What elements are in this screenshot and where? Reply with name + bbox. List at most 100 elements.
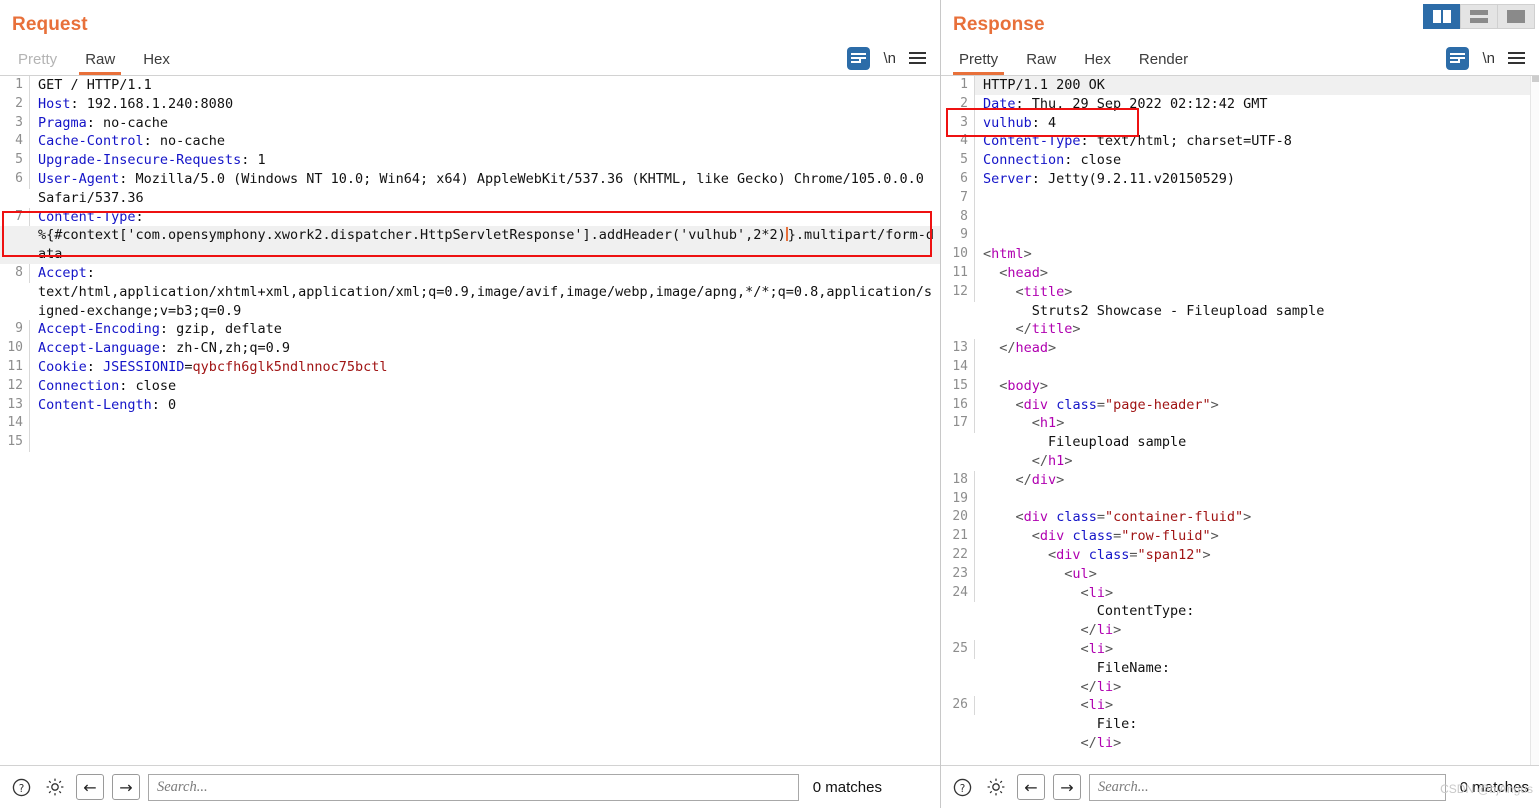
code-token: Connection xyxy=(38,377,120,394)
line-number: 16 xyxy=(941,395,975,415)
gear-icon[interactable] xyxy=(42,774,68,800)
code-line: 9 Accept-Encoding: gzip, deflate xyxy=(0,320,940,340)
code-text: Content-Type: xyxy=(30,208,940,227)
svg-text:?: ? xyxy=(959,782,965,794)
code-token: : 1 xyxy=(241,152,266,169)
code-token: </ xyxy=(1080,678,1097,695)
code-token: : Jetty(9.2.11.v20150529) xyxy=(1031,170,1235,187)
word-wrap-toggle-icon[interactable] xyxy=(1446,47,1470,70)
layout-side-by-side-button[interactable] xyxy=(1423,4,1461,29)
response-scrollbar-thumb[interactable] xyxy=(1532,76,1539,82)
code-token: : Mozilla/5.0 (Windows NT 10.0; Win64; x… xyxy=(38,170,933,206)
search-prev-button[interactable]: ← xyxy=(1017,774,1045,800)
layout-stacked-button[interactable] xyxy=(1460,4,1498,29)
search-next-button[interactable]: → xyxy=(112,774,140,800)
code-line: File: xyxy=(941,715,1539,734)
code-token: > xyxy=(1064,283,1073,300)
code-text: Date: Thu, 29 Sep 2022 02:12:42 GMT xyxy=(975,95,1539,114)
code-token: "span12" xyxy=(1137,546,1203,563)
code-text: Host: 192.168.1.240:8080 xyxy=(30,95,940,114)
code-text: Accept: text/html,application/xhtml+xml,… xyxy=(30,264,940,320)
word-wrap-toggle-icon[interactable] xyxy=(847,47,871,70)
code-token: : Thu, 29 Sep 2022 02:12:42 GMT xyxy=(1015,95,1268,112)
code-token: > xyxy=(1056,415,1065,432)
show-newlines-icon[interactable]: \n xyxy=(1482,50,1495,67)
code-text: <div class="container-fluid"> xyxy=(975,508,1539,527)
code-line: 8 Accept: text/html,application/xhtml+xml… xyxy=(0,263,940,320)
code-token: title xyxy=(1031,321,1073,338)
code-token: %{#context['com.opensymphony.xwork2.disp… xyxy=(38,227,786,244)
code-text: Fileupload sample xyxy=(975,433,1539,452)
code-token: class xyxy=(1088,546,1130,563)
code-text: User-Agent: Mozilla/5.0 (Windows NT 10.0… xyxy=(30,170,940,208)
help-icon[interactable]: ? xyxy=(949,774,975,800)
code-token: > xyxy=(1048,340,1057,357)
code-text: Connection: close xyxy=(30,377,940,396)
code-line: 14 xyxy=(941,357,1539,377)
tab-response-pretty[interactable]: Pretty xyxy=(945,47,1012,75)
code-text: FileName: xyxy=(975,659,1539,678)
line-number: 20 xyxy=(941,508,975,528)
code-text: vulhub: 4 xyxy=(975,114,1539,133)
line-number: 5 xyxy=(0,151,30,170)
code-text: </head> xyxy=(975,339,1539,358)
code-line: 11 Cookie: JSESSIONID=qybcfh6glk5ndlnnoc7… xyxy=(0,357,940,377)
code-text: </li> xyxy=(975,621,1539,640)
tab-request-raw[interactable]: Raw xyxy=(71,47,129,75)
code-text: <li> xyxy=(975,696,1539,715)
response-bottom-toolbar: ? ← → 0 matches xyxy=(941,765,1539,808)
request-bottom-toolbar: ? ← → 0 matches xyxy=(0,765,940,808)
code-line: ContentType: xyxy=(941,602,1539,621)
show-newlines-icon[interactable]: \n xyxy=(883,50,896,67)
response-search-input[interactable] xyxy=(1089,773,1446,801)
code-token: > xyxy=(1104,640,1114,657)
code-token: Accept-Language xyxy=(38,340,160,357)
code-token: Upgrade-Insecure-Requests xyxy=(38,152,242,169)
layout-single-button[interactable] xyxy=(1497,4,1535,29)
request-search-input[interactable] xyxy=(148,773,799,801)
search-prev-button[interactable]: ← xyxy=(76,774,104,800)
tab-response-raw[interactable]: Raw xyxy=(1012,47,1070,75)
code-line: %{#context['com.opensymphony.xwork2.disp… xyxy=(0,226,940,264)
code-token: > xyxy=(1104,697,1114,714)
tab-response-hex[interactable]: Hex xyxy=(1070,47,1125,75)
search-next-button[interactable]: → xyxy=(1053,774,1081,800)
code-line: 5 Upgrade-Insecure-Requests: 1 xyxy=(0,151,940,170)
code-line: 17 <h1> xyxy=(941,414,1539,434)
line-number: 2 xyxy=(0,94,30,114)
code-line: 6 User-Agent: Mozilla/5.0 (Windows NT 10.… xyxy=(0,169,940,208)
request-code-lines: 1 GET / HTTP/1.1 2 Host: 192.168.1.240:8080… xyxy=(0,76,940,452)
tab-request-pretty[interactable]: Pretty xyxy=(4,47,71,75)
request-panel-title: Request xyxy=(12,14,88,35)
code-token: > xyxy=(1072,321,1081,338)
code-token: = xyxy=(1096,509,1105,526)
code-token: </ xyxy=(1015,471,1032,488)
response-editor[interactable]: 1 HTTP/1.1 200 OK 2 Date: Thu, 29 Sep 2022 … xyxy=(941,76,1539,765)
request-editor[interactable]: 1 GET / HTTP/1.1 2 Host: 192.168.1.240:8080… xyxy=(0,76,940,765)
code-text: Cookie: JSESSIONID=qybcfh6glk5ndlnnoc75b… xyxy=(30,358,940,377)
code-line: Fileupload sample xyxy=(941,433,1539,452)
line-number: 3 xyxy=(0,113,30,133)
code-text: Pragma: no-cache xyxy=(30,114,940,133)
code-token: > xyxy=(1113,678,1122,695)
code-token: Struts2 Showcase - Fileupload sample xyxy=(1031,302,1325,319)
line-number: 11 xyxy=(941,263,975,283)
tab-request-hex[interactable]: Hex xyxy=(129,47,184,75)
request-tabbar: Pretty Raw Hex \n xyxy=(0,42,940,76)
response-scrollbar[interactable] xyxy=(1530,76,1539,765)
response-menu-icon[interactable] xyxy=(1508,52,1525,65)
help-icon[interactable]: ? xyxy=(8,774,34,800)
tab-response-render[interactable]: Render xyxy=(1125,47,1202,75)
svg-text:?: ? xyxy=(18,782,24,794)
code-token: head xyxy=(1007,264,1040,281)
code-token: Accept-Encoding xyxy=(38,321,160,338)
code-token: class xyxy=(1056,509,1097,526)
code-token: Content-Type xyxy=(983,133,1081,150)
code-token: li xyxy=(1088,697,1105,714)
code-token: : gzip, deflate xyxy=(159,321,282,338)
request-menu-icon[interactable] xyxy=(909,52,926,65)
line-number: 14 xyxy=(0,414,30,434)
code-text: </li> xyxy=(975,678,1539,697)
code-token: : close xyxy=(119,377,177,394)
gear-icon[interactable] xyxy=(983,774,1009,800)
